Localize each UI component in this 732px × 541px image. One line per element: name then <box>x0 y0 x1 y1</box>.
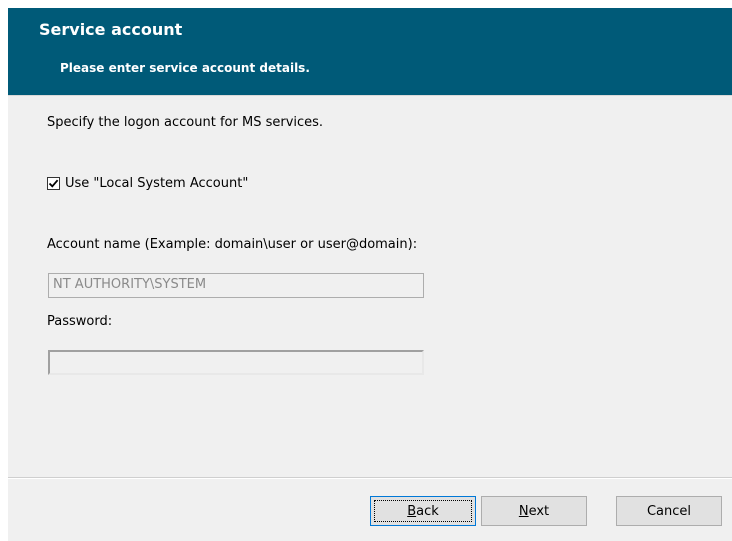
setup-wizard-window: Service account Please enter service acc… <box>8 8 732 541</box>
next-mnemonic: N <box>518 503 529 519</box>
back-button[interactable]: Back <box>370 496 476 526</box>
checkmark-icon <box>48 179 59 188</box>
password-label: Password: <box>47 314 113 329</box>
cancel-button[interactable]: Cancel <box>616 496 722 526</box>
page-subtitle: Please enter service account details. <box>60 61 310 75</box>
footer-divider-highlight <box>8 478 732 479</box>
header-divider <box>8 95 732 96</box>
next-button-label: Next <box>519 504 549 519</box>
use-local-system-checkbox[interactable] <box>47 177 60 190</box>
account-name-field[interactable]: NT AUTHORITY\SYSTEM <box>48 273 424 298</box>
use-local-system-label[interactable]: Use "Local System Account" <box>65 176 248 191</box>
focus-ring <box>374 500 472 522</box>
next-button[interactable]: Next <box>481 496 587 526</box>
account-name-label: Account name (Example: domain\user or us… <box>47 237 418 252</box>
next-label-rest: ext <box>528 503 550 519</box>
intro-text: Specify the logon account for MS service… <box>47 115 324 130</box>
page-title: Service account <box>39 20 183 39</box>
password-field[interactable] <box>48 350 424 375</box>
wizard-header: Service account Please enter service acc… <box>8 8 732 95</box>
